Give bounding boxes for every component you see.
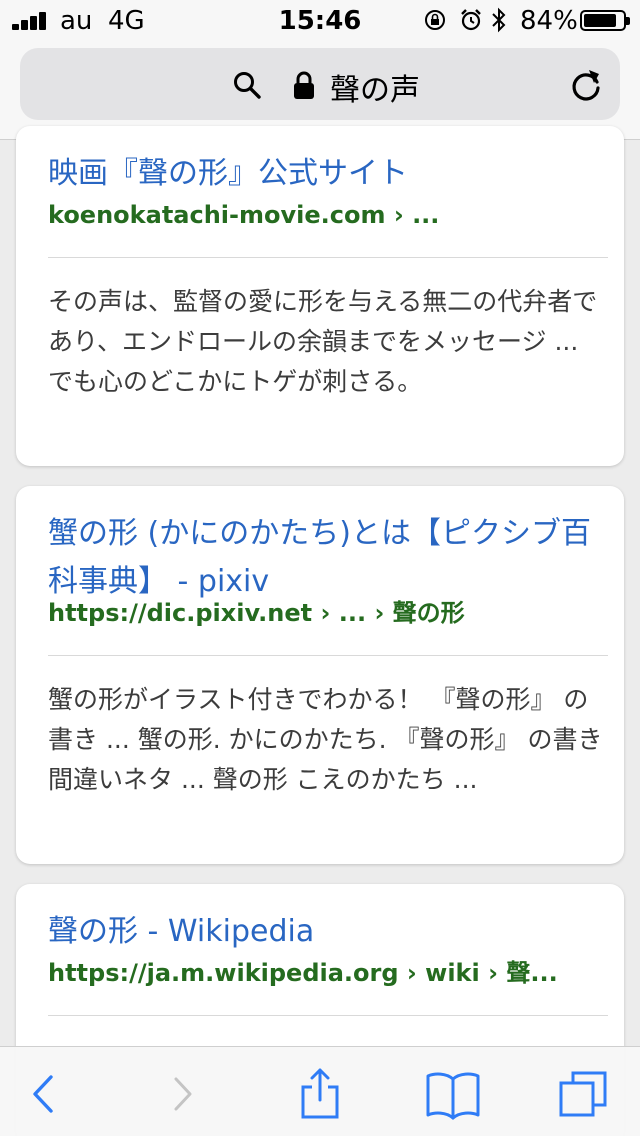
- result-title-link[interactable]: 聲の形 - Wikipedia: [48, 908, 608, 956]
- browser-toolbar: [0, 1046, 640, 1136]
- result-divider: [48, 257, 608, 258]
- address-bar[interactable]: 聲の声: [20, 48, 620, 120]
- share-button[interactable]: [293, 1067, 347, 1121]
- bookmarks-button[interactable]: [424, 1067, 482, 1121]
- forward-button[interactable]: [156, 1067, 210, 1121]
- result-url[interactable]: koenokatachi-movie.com › ...: [48, 200, 608, 230]
- status-bar: au 4G 15:46 84%: [0, 0, 640, 40]
- result-divider: [48, 655, 608, 656]
- lock-icon: [294, 71, 314, 99]
- result-snippet: その声は、監督の愛に形を与える無二の代弁者であり、エンドロールの余韻までをメッセ…: [48, 287, 598, 396]
- result-snippet: 蟹の形がイラスト付きでわかる！ 『聲の形』 の書き ... 蟹の形. かにのかた…: [48, 685, 603, 794]
- battery-percentage: 84%: [520, 6, 578, 36]
- search-icon: [234, 72, 261, 99]
- chevron-right-icon: [174, 1077, 192, 1111]
- address-text[interactable]: 聲の声: [330, 65, 420, 109]
- chevron-left-icon: [33, 1075, 53, 1113]
- back-button[interactable]: [18, 1067, 72, 1121]
- result-title-link[interactable]: 蟹の形 (かにのかたち)とは【ピクシブ百科事典】 - pixiv: [48, 510, 608, 606]
- battery-icon: [580, 10, 630, 31]
- share-icon: [301, 1068, 339, 1119]
- result-divider: [48, 1015, 608, 1016]
- result-url[interactable]: https://ja.m.wikipedia.org › wiki › 聲...: [48, 958, 608, 988]
- rotation-lock-icon: [425, 10, 445, 30]
- battery-level: [584, 14, 616, 27]
- reload-icon[interactable]: [567, 66, 605, 104]
- search-result-card: 蟹の形 (かにのかたち)とは【ピクシブ百科事典】 - pixiv https:/…: [16, 486, 624, 864]
- browser-header: 聲の声: [0, 40, 640, 140]
- search-result-card: 映画『聲の形』公式サイト koenokatachi-movie.com › ..…: [16, 126, 624, 466]
- tabs-button[interactable]: [557, 1067, 611, 1121]
- tabs-icon: [559, 1071, 607, 1117]
- book-icon: [426, 1072, 480, 1120]
- result-url[interactable]: https://dic.pixiv.net › ... › 聲の形: [48, 598, 608, 628]
- bluetooth-icon: [492, 7, 506, 33]
- result-title-link[interactable]: 映画『聲の形』公式サイト: [48, 150, 608, 198]
- alarm-icon: [461, 9, 481, 31]
